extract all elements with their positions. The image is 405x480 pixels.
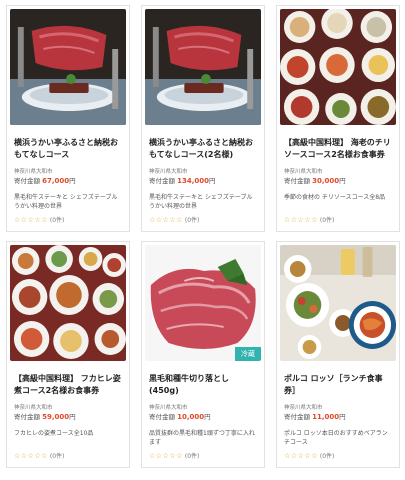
product-price: 寄付金額 59,000円 (14, 411, 122, 422)
product-price: 寄付金額 134,000円 (149, 175, 257, 186)
review-count: (0件) (184, 453, 200, 460)
price-amount: 134,000 (177, 177, 209, 185)
price-label: 寄付金額 (14, 177, 40, 185)
price-unit: 円 (69, 177, 76, 185)
price-amount: 59,000 (42, 413, 70, 421)
product-description: フカヒレの姿煮コース全10品 (14, 430, 94, 437)
price-unit: 円 (339, 177, 346, 185)
rating-stars: ☆☆☆☆☆ (0件) (149, 215, 257, 224)
product-image-chinese-course[interactable] (280, 9, 396, 125)
price-label: 寄付金額 (149, 177, 175, 185)
product-price: 寄付金額 11,000円 (284, 411, 392, 422)
rating-stars: ☆☆☆☆☆ (0件) (14, 215, 122, 224)
product-title[interactable]: 黒毛和種牛切り落とし(450g) (149, 373, 257, 397)
price-unit: 円 (204, 413, 211, 421)
product-region: 神奈川県大和市 (14, 405, 53, 411)
product-image-italian-lunch[interactable] (280, 245, 396, 361)
star-icons: ☆☆☆☆☆ (14, 216, 48, 224)
product-description: 品質抜群の黒毛和種1頭ずつ丁寧に入れます (149, 430, 255, 446)
star-icons: ☆☆☆☆☆ (149, 452, 183, 460)
product-description: 黒毛和牛ステーキと シェフズテーブル うかい料理の世界 (149, 194, 257, 210)
review-count: (0件) (49, 453, 65, 460)
product-image-shark-fin-course[interactable] (10, 245, 126, 361)
price-unit: 円 (208, 177, 216, 185)
product-grid: 横浜うかい亭ふるさと納税おもてなしコース 神奈川県大和市 寄付金額 67,000… (6, 5, 400, 468)
rating-stars: ☆☆☆☆☆ (0件) (284, 215, 392, 224)
review-count: (0件) (319, 453, 335, 460)
product-card[interactable]: 横浜うかい亭ふるさと納税おもてなしコース(2名様) 神奈川県大和市 寄付金額 1… (141, 5, 265, 232)
product-region: 神奈川県大和市 (149, 405, 188, 411)
product-region: 神奈川県大和市 (284, 169, 323, 175)
rating-stars: ☆☆☆☆☆ (0件) (149, 451, 257, 460)
product-card[interactable]: 【高級中国料理】 フカヒレ姿煮コース2名様お食事券 神奈川県大和市 寄付金額 5… (6, 241, 130, 468)
chilled-badge: 冷蔵 (235, 347, 261, 361)
product-image-steak[interactable] (145, 9, 261, 125)
star-icons: ☆☆☆☆☆ (284, 452, 318, 460)
star-icons: ☆☆☆☆☆ (284, 216, 318, 224)
product-title[interactable]: 【高級中国料理】 フカヒレ姿煮コース2名様お食事券 (14, 373, 122, 397)
product-price: 寄付金額 30,000円 (284, 175, 392, 186)
product-image-steak[interactable] (10, 9, 126, 125)
product-region: 神奈川県大和市 (284, 405, 323, 411)
product-title[interactable]: 横浜うかい亭ふるさと納税おもてなしコース (14, 137, 122, 161)
product-title[interactable]: ポルコ ロッソ［ランチ食事券］ (284, 373, 392, 397)
price-unit: 円 (339, 413, 346, 421)
price-amount: 11,000 (312, 413, 340, 421)
star-icons: ☆☆☆☆☆ (149, 216, 183, 224)
product-description: ポルコ ロッソ本日のおすすめペアランチコース (284, 430, 388, 446)
product-card[interactable]: 横浜うかい亭ふるさと納税おもてなしコース 神奈川県大和市 寄付金額 67,000… (6, 5, 130, 232)
price-label: 寄付金額 (284, 177, 310, 185)
product-card[interactable]: 【高級中国料理】 海老のチリソースコース2名様お食事券 神奈川県大和市 寄付金額… (276, 5, 400, 232)
product-price: 寄付金額 10,000円 (149, 411, 257, 422)
product-region: 神奈川県大和市 (149, 169, 188, 175)
review-count: (0件) (319, 217, 335, 224)
product-card[interactable]: 冷蔵 黒毛和種牛切り落とし(450g) 神奈川県大和市 寄付金額 10,000円… (141, 241, 265, 468)
review-count: (0件) (49, 217, 65, 224)
product-description: 季節の食材の チリソースコース全8品 (284, 194, 386, 201)
product-region: 神奈川県大和市 (14, 169, 53, 175)
price-amount: 10,000 (177, 413, 205, 421)
rating-stars: ☆☆☆☆☆ (0件) (284, 451, 392, 460)
review-count: (0件) (184, 217, 200, 224)
rating-stars: ☆☆☆☆☆ (0件) (14, 451, 122, 460)
product-description: 黒毛和牛ステーキと シェフズテーブル うかい料理の世界 (14, 194, 122, 210)
product-image-beef-slices[interactable]: 冷蔵 (145, 245, 261, 361)
price-amount: 30,000 (312, 177, 340, 185)
product-price: 寄付金額 67,000円 (14, 175, 122, 186)
product-card[interactable]: ポルコ ロッソ［ランチ食事券］ 神奈川県大和市 寄付金額 11,000円 ポルコ… (276, 241, 400, 468)
price-label: 寄付金額 (149, 413, 175, 421)
price-label: 寄付金額 (14, 413, 40, 421)
price-label: 寄付金額 (284, 413, 310, 421)
price-amount: 67,000 (42, 177, 70, 185)
star-icons: ☆☆☆☆☆ (14, 452, 48, 460)
product-title[interactable]: 横浜うかい亭ふるさと納税おもてなしコース(2名様) (149, 137, 257, 161)
price-unit: 円 (69, 413, 76, 421)
product-title[interactable]: 【高級中国料理】 海老のチリソースコース2名様お食事券 (284, 137, 392, 161)
